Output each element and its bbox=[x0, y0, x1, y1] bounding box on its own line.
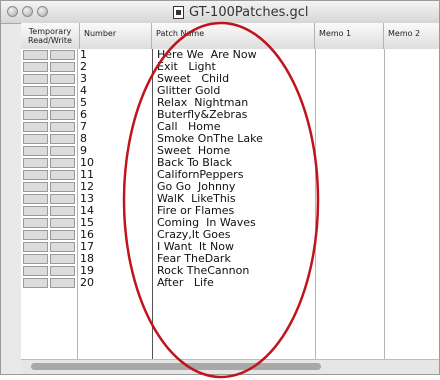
temporary-button[interactable] bbox=[23, 146, 48, 156]
temporary-button[interactable] bbox=[23, 86, 48, 96]
read-write-button[interactable] bbox=[50, 110, 75, 120]
document-icon bbox=[173, 5, 184, 19]
patch-list-window: GT-100Patches.gcl Temporary Read/Write N… bbox=[0, 0, 440, 375]
patch-table: 1 Here We Are Now 2 Exit Light 3 Sweet Child 4… bbox=[21, 49, 439, 359]
read-write-button[interactable] bbox=[50, 254, 75, 264]
read-write-button[interactable] bbox=[50, 182, 75, 192]
temporary-button[interactable] bbox=[23, 74, 48, 84]
temporary-button[interactable] bbox=[23, 98, 48, 108]
window-title-group: GT-100Patches.gcl bbox=[173, 4, 308, 20]
read-write-button[interactable] bbox=[50, 74, 75, 84]
temporary-button[interactable] bbox=[23, 242, 48, 252]
close-window-button[interactable] bbox=[7, 6, 18, 17]
temporary-button[interactable] bbox=[23, 122, 48, 132]
read-write-button[interactable] bbox=[50, 170, 75, 180]
temporary-button[interactable] bbox=[23, 182, 48, 192]
temporary-button[interactable] bbox=[23, 110, 48, 120]
column-header-patch-name[interactable]: Patch Name bbox=[152, 23, 315, 49]
temporary-button[interactable] bbox=[23, 278, 48, 288]
read-write-button[interactable] bbox=[50, 50, 75, 60]
column-header-number[interactable]: Number bbox=[80, 23, 152, 49]
read-write-button[interactable] bbox=[50, 278, 75, 288]
read-write-button[interactable] bbox=[50, 122, 75, 132]
column-header-memo-2[interactable]: Memo 2 bbox=[384, 23, 439, 49]
read-write-button[interactable] bbox=[50, 86, 75, 96]
read-write-button[interactable] bbox=[50, 218, 75, 228]
temporary-button[interactable] bbox=[23, 170, 48, 180]
read-write-button[interactable] bbox=[50, 98, 75, 108]
temporary-button[interactable] bbox=[23, 158, 48, 168]
column-header-memo-1[interactable]: Memo 1 bbox=[315, 23, 384, 49]
read-write-button[interactable] bbox=[50, 194, 75, 204]
title-bar: GT-100Patches.gcl bbox=[1, 1, 439, 24]
horizontal-scroll-thumb[interactable] bbox=[31, 363, 321, 370]
temporary-button[interactable] bbox=[23, 254, 48, 264]
read-write-button[interactable] bbox=[50, 206, 75, 216]
column-header-read-write-label: Read/Write bbox=[28, 36, 72, 45]
temporary-button[interactable] bbox=[23, 218, 48, 228]
read-write-button[interactable] bbox=[50, 62, 75, 72]
read-write-button[interactable] bbox=[50, 134, 75, 144]
read-write-button[interactable] bbox=[50, 230, 75, 240]
read-write-button[interactable] bbox=[50, 158, 75, 168]
zoom-window-button[interactable] bbox=[37, 6, 48, 17]
temporary-button[interactable] bbox=[23, 50, 48, 60]
minimize-window-button[interactable] bbox=[22, 6, 33, 17]
read-write-button[interactable] bbox=[50, 146, 75, 156]
temporary-button[interactable] bbox=[23, 134, 48, 144]
column-header-row: Temporary Read/Write Number Patch Name M… bbox=[21, 23, 439, 50]
temporary-button[interactable] bbox=[23, 230, 48, 240]
patch-number: 20 bbox=[80, 276, 94, 289]
temporary-button[interactable] bbox=[23, 194, 48, 204]
temporary-button[interactable] bbox=[23, 206, 48, 216]
table-row[interactable]: 20 After Life bbox=[21, 276, 439, 289]
read-write-button[interactable] bbox=[50, 266, 75, 276]
column-header-temporary-read-write[interactable]: Temporary Read/Write bbox=[21, 23, 80, 49]
temporary-button[interactable] bbox=[23, 266, 48, 276]
temporary-button[interactable] bbox=[23, 62, 48, 72]
window-title: GT-100Patches.gcl bbox=[189, 4, 309, 20]
read-write-button[interactable] bbox=[50, 242, 75, 252]
column-header-temporary-label: Temporary bbox=[28, 27, 72, 36]
horizontal-scrollbar[interactable] bbox=[21, 359, 439, 374]
patch-name[interactable]: After Life bbox=[157, 277, 214, 289]
